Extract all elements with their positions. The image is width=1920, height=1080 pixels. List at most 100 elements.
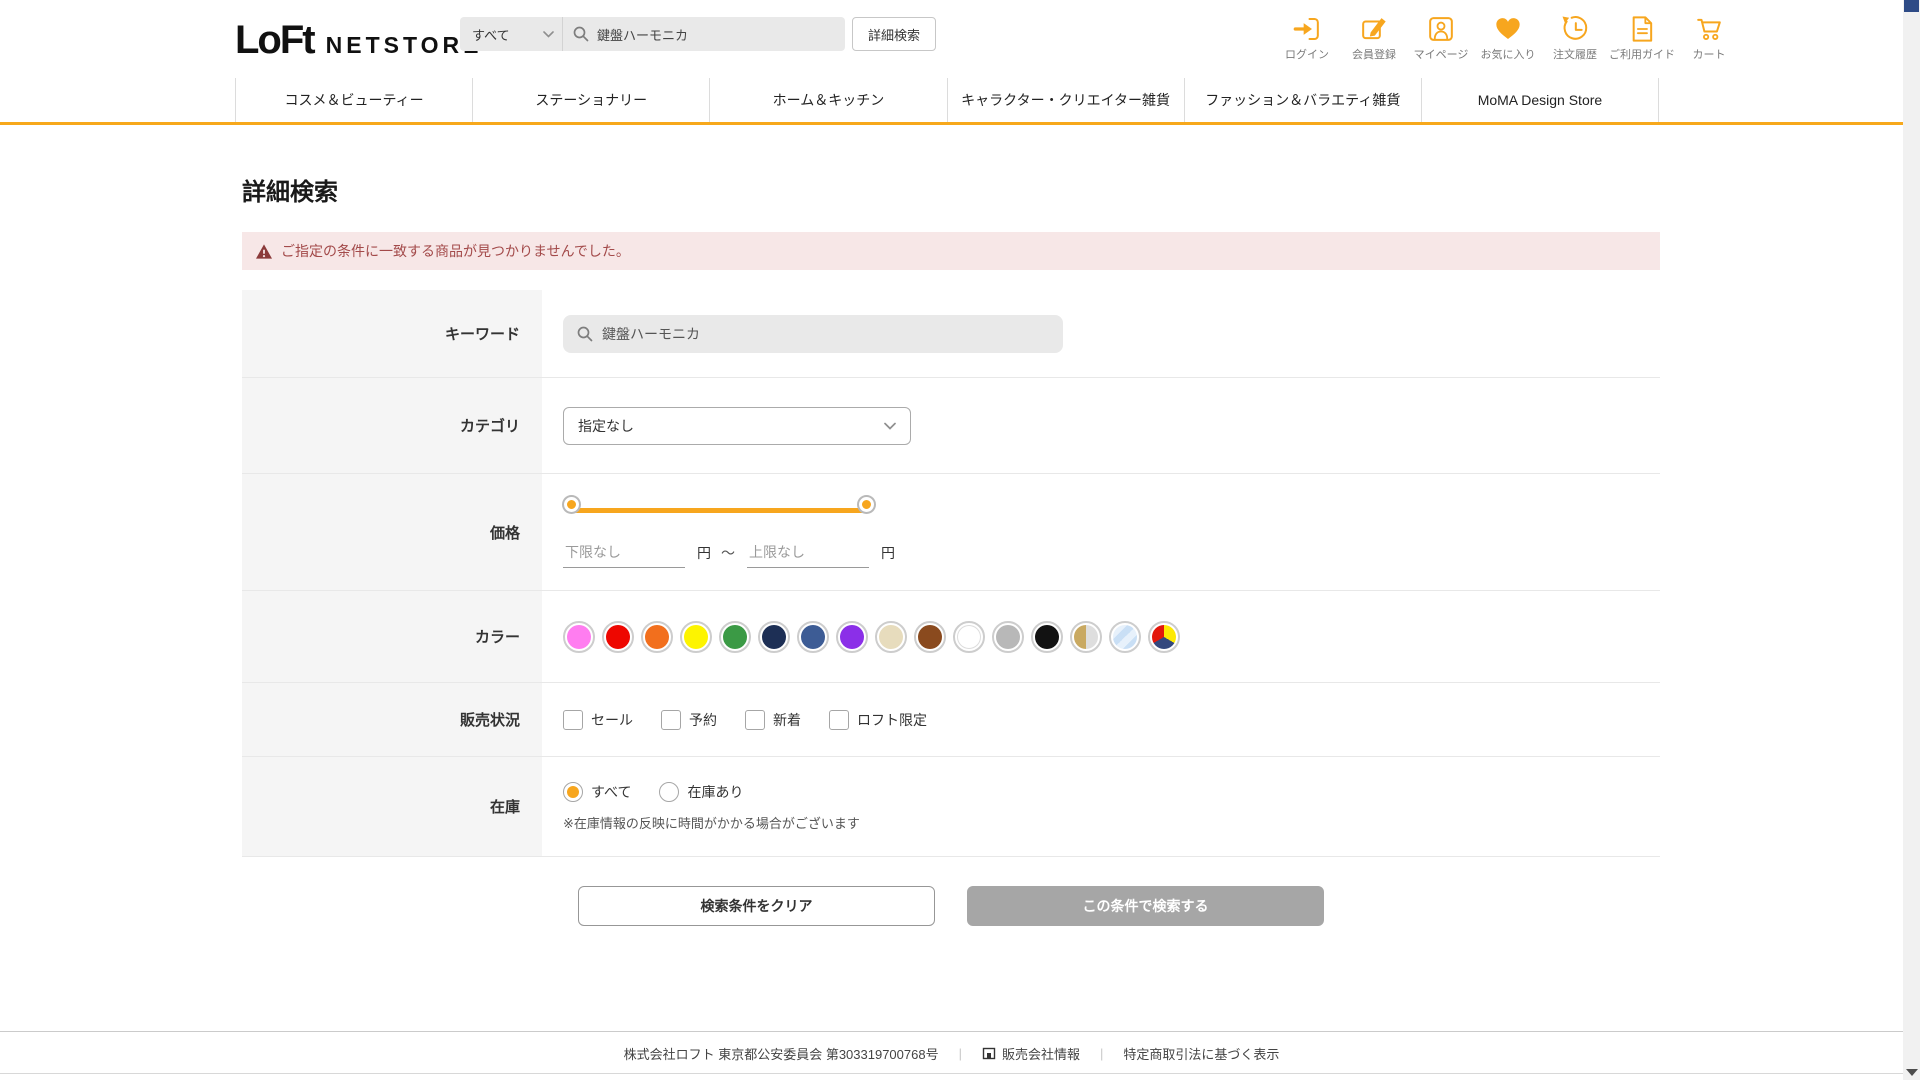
- checkbox-sale-label: セール: [591, 711, 633, 728]
- viewport-bottom-edge: [0, 1073, 1903, 1074]
- white-color-fill: [957, 624, 981, 649]
- radio-all[interactable]: すべて: [563, 781, 631, 802]
- nav-item-fashion-variety[interactable]: ファッション＆バラエティ雑貨: [1183, 78, 1421, 122]
- color-swatch-pink[interactable]: [563, 620, 595, 653]
- login-label: ログイン: [1285, 49, 1329, 61]
- nav-item-cosme-beauty[interactable]: コスメ＆ビューティー: [235, 78, 472, 122]
- no-results-message: ご指定の条件に一致する商品が見つかりませんでした。: [281, 243, 630, 259]
- multicolor-color-fill: [1152, 624, 1176, 649]
- price-min-input[interactable]: 下限なし: [563, 539, 685, 568]
- price-label: 価格: [242, 474, 542, 590]
- color-swatch-orange[interactable]: [641, 620, 673, 653]
- nav-item-character-creator[interactable]: キャラクター・クリエイター雑貨: [946, 78, 1184, 122]
- login-button[interactable]: ログイン: [1278, 14, 1336, 62]
- footer-divider: |: [958, 1045, 962, 1061]
- price-slider-min-handle[interactable]: [564, 496, 579, 512]
- color-swatch-beige[interactable]: [875, 620, 907, 653]
- navy-color-fill: [762, 624, 786, 649]
- color-swatch-green[interactable]: [719, 620, 751, 653]
- order-history-button[interactable]: 注文履歴: [1546, 14, 1604, 62]
- favorites-label: お気に入り: [1480, 49, 1536, 61]
- beige-color-fill: [879, 624, 903, 649]
- price-inputs: 下限なし 円 ～ 上限なし 円: [563, 539, 905, 568]
- checkbox-preorder[interactable]: 予約: [661, 709, 717, 730]
- keyword-input[interactable]: 鍵盤ハーモニカ: [563, 314, 1063, 353]
- register-button[interactable]: 会員登録: [1345, 14, 1403, 62]
- advanced-search-form: キーワード 鍵盤ハーモニカ カテゴリ 指定なし 価格 下限なし 円 ～ 上限なし…: [242, 290, 1660, 857]
- stock-radio-group: すべて 在庫あり: [563, 781, 771, 802]
- nav-item-stationery[interactable]: ステーショナリー: [472, 78, 709, 122]
- gray-color-fill: [996, 624, 1020, 649]
- color-swatch-white[interactable]: [953, 620, 985, 653]
- guide-button[interactable]: ご利用ガイド: [1609, 14, 1675, 62]
- cart-button[interactable]: カート: [1680, 14, 1738, 62]
- logo-loft-text: LoFt: [235, 18, 316, 62]
- footer-link-seller-info[interactable]: 販売会社情報: [982, 1044, 1080, 1063]
- footer-seller-info-label: 販売会社情報: [1001, 1046, 1080, 1062]
- color-swatch-navy[interactable]: [758, 620, 790, 653]
- scrollbar-thumb[interactable]: [1904, 0, 1919, 12]
- color-row: カラー: [242, 591, 1660, 683]
- orange-color-fill: [645, 624, 669, 649]
- black-color-fill: [1035, 624, 1059, 649]
- checkbox-box: [829, 709, 849, 730]
- category-select[interactable]: 指定なし: [563, 406, 911, 445]
- color-swatch-gold-silver[interactable]: [1070, 620, 1102, 653]
- header: LoFt NETSTORE すべて 鍵盤ハーモニカ 詳細検索 ログイン 会員登録…: [0, 0, 1903, 125]
- footer-link-commerce-law[interactable]: 特定商取引法に基づく表示: [1123, 1044, 1279, 1063]
- favorites-button[interactable]: お気に入り: [1479, 14, 1537, 62]
- color-swatch-blue[interactable]: [797, 620, 829, 653]
- price-min-unit: 円: [697, 545, 711, 561]
- chevron-down-icon: [543, 30, 554, 38]
- color-swatches: [563, 620, 1180, 653]
- checkbox-new-arrival[interactable]: 新着: [745, 709, 801, 730]
- loft-netstore-advanced-search-page: LoFt NETSTORE すべて 鍵盤ハーモニカ 詳細検索 ログイン 会員登録…: [0, 0, 1920, 1080]
- color-swatch-gray[interactable]: [992, 620, 1024, 653]
- scrollbar-down-arrow[interactable]: [1906, 1069, 1918, 1076]
- mypage-button[interactable]: マイページ: [1412, 14, 1470, 62]
- checkbox-new-arrival-label: 新着: [773, 711, 801, 728]
- page-title: 詳細検索: [242, 179, 338, 206]
- header-search-bar[interactable]: すべて 鍵盤ハーモニカ: [460, 17, 845, 51]
- search-with-conditions-button[interactable]: この条件で検索する: [967, 886, 1324, 926]
- heart-icon: [1496, 18, 1520, 39]
- price-slider-track: [573, 507, 865, 513]
- keyword-row: キーワード 鍵盤ハーモニカ: [242, 290, 1660, 378]
- mypage-label: マイページ: [1413, 49, 1469, 61]
- search-scope-dropdown[interactable]: すべて: [460, 25, 562, 44]
- radio-in-stock[interactable]: 在庫あり: [659, 781, 743, 802]
- cart-icon: [1697, 18, 1721, 40]
- price-range-slider[interactable]: [563, 496, 875, 524]
- category-nav: コスメ＆ビューティー ステーショナリー ホーム＆キッチン キャラクター・クリエイ…: [235, 78, 1660, 122]
- loft-netstore-logo[interactable]: LoFt NETSTORE: [235, 18, 482, 63]
- checkbox-preorder-label: 予約: [689, 711, 717, 728]
- order-history-label: 注文履歴: [1553, 49, 1597, 61]
- color-swatch-clear[interactable]: [1109, 620, 1141, 653]
- advanced-search-button[interactable]: 詳細検索: [852, 17, 936, 51]
- vertical-scrollbar[interactable]: [1903, 0, 1920, 1080]
- search-input[interactable]: 鍵盤ハーモニカ: [563, 25, 845, 44]
- price-slider-max-handle[interactable]: [859, 496, 874, 512]
- checkbox-loft-exclusive[interactable]: ロフト限定: [829, 709, 927, 730]
- register-icon: [1362, 18, 1386, 40]
- price-max-input[interactable]: 上限なし: [747, 539, 869, 568]
- color-swatch-black[interactable]: [1031, 620, 1063, 653]
- nav-item-home-kitchen[interactable]: ホーム＆キッチン: [709, 78, 946, 122]
- register-label: 会員登録: [1352, 49, 1396, 61]
- color-swatch-brown[interactable]: [914, 620, 946, 653]
- color-swatch-purple[interactable]: [836, 620, 868, 653]
- search-query-value: 鍵盤ハーモニカ: [597, 27, 689, 43]
- stock-label: 在庫: [242, 757, 542, 856]
- sales-status-row: 販売状況 セール 予約 新着 ロフト限定: [242, 683, 1660, 757]
- checkbox-sale[interactable]: セール: [563, 709, 633, 730]
- color-swatch-yellow[interactable]: [680, 620, 712, 653]
- nav-item-moma-design-store[interactable]: MoMA Design Store: [1420, 78, 1660, 122]
- color-swatch-multicolor[interactable]: [1148, 620, 1180, 653]
- footer-commerce-law-label: 特定商取引法に基づく表示: [1123, 1046, 1280, 1062]
- category-selected-value: 指定なし: [578, 417, 634, 434]
- mypage-icon: [1429, 17, 1453, 41]
- keyword-value: 鍵盤ハーモニカ: [602, 325, 700, 342]
- storefront-icon: [982, 1047, 996, 1060]
- color-swatch-red[interactable]: [602, 620, 634, 653]
- clear-conditions-button[interactable]: 検索条件をクリア: [578, 886, 935, 926]
